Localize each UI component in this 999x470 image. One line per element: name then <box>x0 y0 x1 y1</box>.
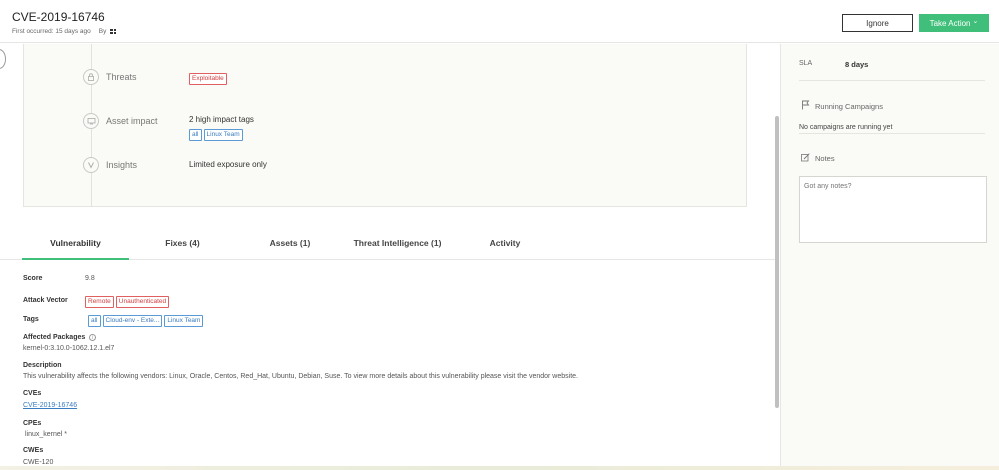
tag-cloud-env[interactable]: Cloud-env - Exte... <box>102 315 163 327</box>
windows-icon <box>110 28 117 35</box>
tag-linux-team[interactable]: Linux Team <box>203 129 243 141</box>
affected-packages-label: Affected Packages i <box>23 334 97 341</box>
sla-value: 8 days <box>845 60 869 69</box>
by-label: By <box>98 28 107 35</box>
occurrence-meta: First occurred: 15 days ago By <box>12 28 117 35</box>
running-campaigns-label: Running Campaigns <box>815 101 883 111</box>
tag-remote: Remote <box>85 296 114 308</box>
page-title: CVE-2019-16746 <box>12 10 105 24</box>
detail-tabs: Vulnerability Fixes (4) Assets (1) Threa… <box>0 230 776 260</box>
chevron-down-icon: ⌄ <box>972 18 979 25</box>
lock-icon <box>83 69 99 85</box>
score-label: Score <box>23 275 43 282</box>
notes-label: Notes <box>815 154 835 163</box>
affected-packages-value: kernel-0:3.10.0-1062.12.1.el7 <box>23 345 115 352</box>
asset-icon <box>83 113 99 129</box>
asset-impact-label: Asset impact <box>106 116 158 126</box>
flag-icon <box>801 100 810 112</box>
notes-textarea[interactable] <box>799 176 987 243</box>
asset-impact-value: 2 high impact tags <box>189 115 254 124</box>
cves-label: CVEs <box>23 390 42 397</box>
collapse-toggle[interactable] <box>0 49 6 69</box>
main-panel: Threats Exploitable Asset impact 2 high … <box>0 44 776 470</box>
tag-unauthenticated: Unauthenticated <box>115 296 170 308</box>
tab-fixes[interactable]: Fixes (4) <box>140 238 225 248</box>
attack-vector-label: Attack Vector <box>23 297 68 304</box>
score-value: 9.8 <box>85 275 95 282</box>
right-sidebar: SLA 8 days Running Campaigns No campaign… <box>780 44 999 470</box>
take-action-button[interactable]: Take Action ⌄ <box>919 14 989 32</box>
insights-icon <box>83 157 99 173</box>
tab-activity[interactable]: Activity <box>470 238 540 248</box>
tag-all[interactable]: all <box>88 315 101 327</box>
insights-label: Insights <box>106 160 138 170</box>
ignore-button[interactable]: Ignore <box>842 14 913 32</box>
threats-row <box>83 69 99 85</box>
affected-packages-text: Affected Packages <box>23 334 86 341</box>
sla-row: SLA 8 days <box>799 56 985 81</box>
cpes-label: CPEs <box>23 420 42 427</box>
tags-label: Tags <box>23 316 39 323</box>
cwes-label: CWEs <box>23 447 44 454</box>
tab-threat-intelligence[interactable]: Threat Intelligence (1) <box>345 238 450 248</box>
tag-linux-team[interactable]: Linux Team <box>164 315 204 327</box>
threats-tags: Exploitable <box>189 73 229 85</box>
sla-label: SLA <box>799 60 813 67</box>
insights-row <box>83 157 99 173</box>
cpes-value: linux_kernel * <box>25 431 68 438</box>
main-scrollbar[interactable] <box>775 116 779 408</box>
insights-value: Limited exposure only <box>189 160 267 169</box>
info-icon[interactable]: i <box>89 334 97 341</box>
asset-impact-row <box>83 113 99 129</box>
cve-link[interactable]: CVE-2019-16746 <box>23 402 77 409</box>
notes-header: Notes <box>801 153 835 164</box>
description-value: This vulnerability affects the following… <box>23 373 578 380</box>
edit-icon <box>801 153 810 164</box>
active-tab-indicator <box>22 258 129 260</box>
page-header: CVE-2019-16746 First occurred: 15 days a… <box>0 0 999 43</box>
tab-assets[interactable]: Assets (1) <box>250 238 330 248</box>
tags-list: all Cloud-env - Exte... Linux Team <box>88 315 205 327</box>
tab-vulnerability[interactable]: Vulnerability <box>22 238 129 248</box>
exploitable-tag: Exploitable <box>189 73 227 85</box>
bottom-strip <box>0 466 999 470</box>
first-occurred-text: First occurred: 15 days ago <box>12 28 91 35</box>
description-label: Description <box>23 362 62 369</box>
no-campaigns-text: No campaigns are running yet <box>799 124 985 134</box>
attack-vector-tags: Remote Unauthenticated <box>85 296 171 308</box>
take-action-label: Take Action <box>929 18 971 28</box>
asset-impact-tags: all Linux Team <box>189 129 245 141</box>
running-campaigns-header: Running Campaigns <box>801 100 883 112</box>
cwes-value: CWE-120 <box>23 459 54 466</box>
tag-all[interactable]: all <box>189 129 202 141</box>
threats-label: Threats <box>106 72 137 82</box>
